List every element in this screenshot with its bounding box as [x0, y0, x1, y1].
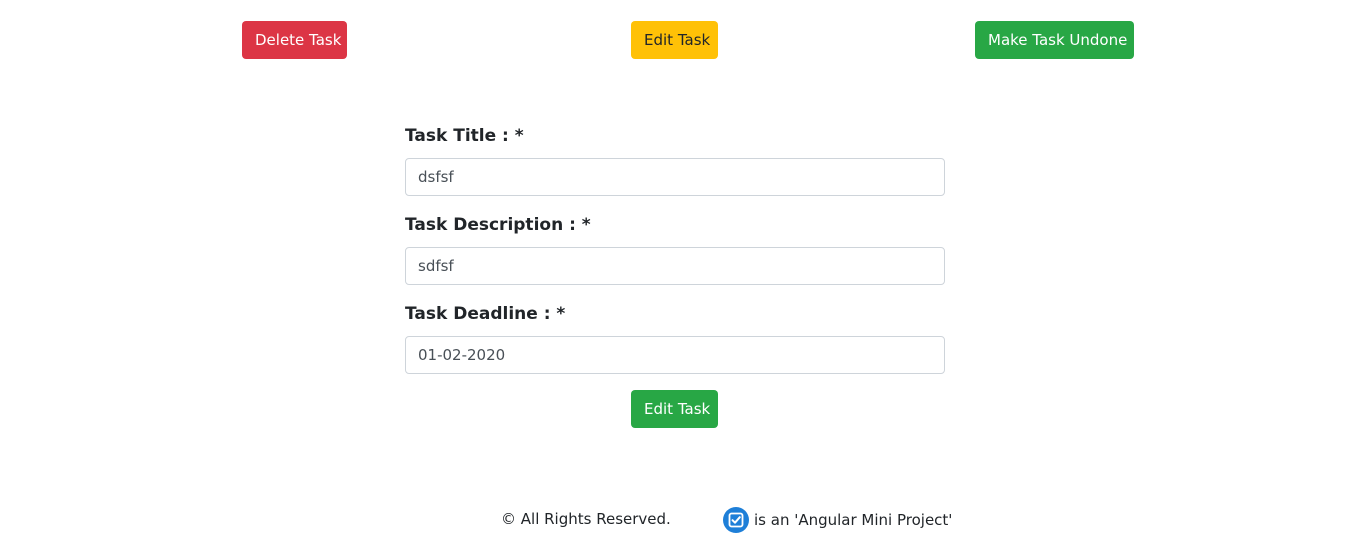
footer-project-text: is an 'Angular Mini Project': [754, 511, 953, 529]
task-title-input[interactable]: [405, 158, 945, 196]
task-deadline-label: Task Deadline : *: [405, 304, 566, 324]
make-task-undone-button[interactable]: Make Task Undone: [975, 21, 1134, 59]
task-deadline-input[interactable]: [405, 336, 945, 374]
footer-project: is an 'Angular Mini Project': [723, 507, 952, 533]
task-description-label: Task Description : *: [405, 215, 591, 235]
task-title-label: Task Title : *: [405, 126, 524, 146]
edit-task-form: Task Title : * Task Description : * Task…: [405, 124, 945, 391]
footer-rights: © All Rights Reserved.: [501, 510, 671, 528]
checkbox-logo-icon: [723, 507, 749, 533]
edit-task-button[interactable]: Edit Task: [631, 21, 718, 59]
submit-edit-task-button[interactable]: Edit Task: [631, 390, 718, 428]
task-description-input[interactable]: [405, 247, 945, 285]
delete-task-button[interactable]: Delete Task: [242, 21, 347, 59]
